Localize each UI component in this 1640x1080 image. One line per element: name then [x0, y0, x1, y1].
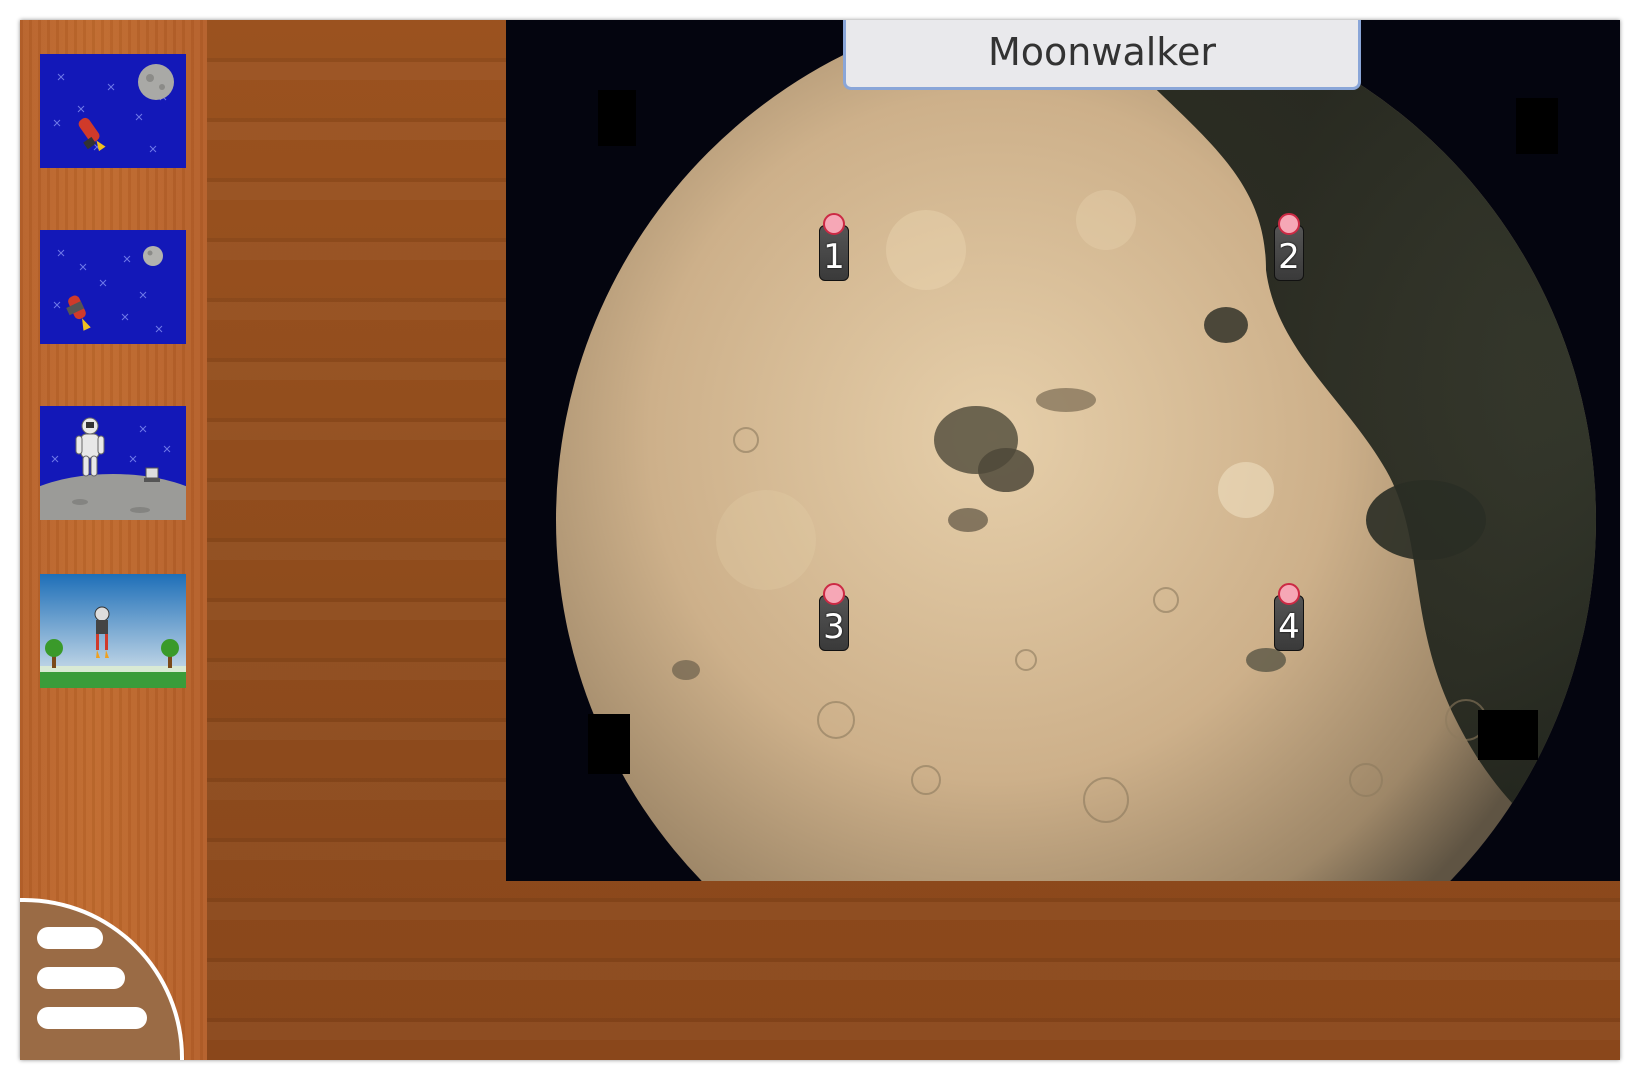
hotspot-1[interactable]: 1 — [819, 213, 851, 289]
hotspot-pin-icon — [823, 583, 845, 605]
thumbnail-slide-3[interactable] — [40, 406, 186, 520]
app-frame: Moonwalker 1 2 3 4 — [20, 20, 1620, 1060]
thumbnail-slide-4[interactable] — [40, 574, 186, 688]
slide-stage: Moonwalker 1 2 3 4 — [207, 20, 1620, 1060]
thumbnail-slide-1[interactable] — [40, 54, 186, 168]
hotspot-pin-icon — [1278, 583, 1300, 605]
menu-button[interactable] — [20, 898, 184, 1060]
slide-title: Moonwalker — [843, 20, 1361, 90]
hotspot-pin-icon — [823, 213, 845, 235]
hotspot-2[interactable]: 2 — [1274, 213, 1306, 289]
hotspot-pin-icon — [1278, 213, 1300, 235]
moon-image — [506, 20, 1620, 881]
menu-bar-bottom — [37, 1007, 147, 1029]
thumbnail-slide-2[interactable] — [40, 230, 186, 344]
hotspot-3[interactable]: 3 — [819, 583, 851, 659]
hamburger-menu-icon — [37, 927, 103, 949]
hotspot-4[interactable]: 4 — [1274, 583, 1306, 659]
menu-bar-middle — [37, 967, 125, 989]
slide-sidebar — [20, 20, 207, 1060]
